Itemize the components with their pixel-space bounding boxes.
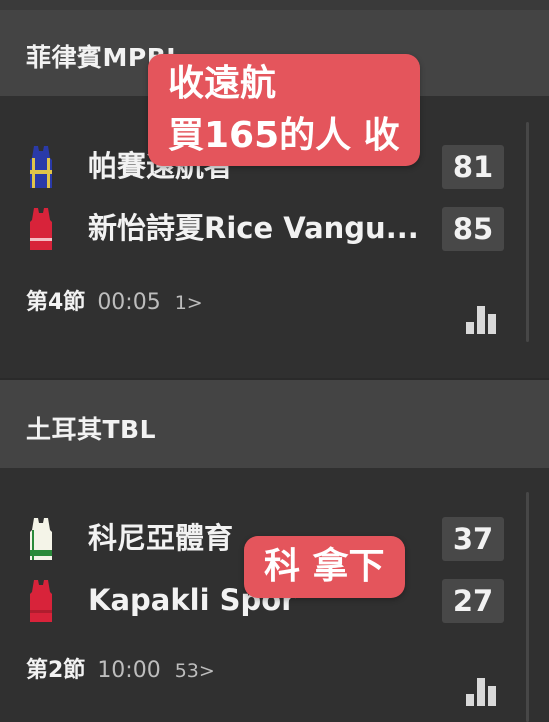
score-box: 81 xyxy=(442,145,504,189)
league-title: 土耳其TBL xyxy=(26,415,157,444)
annotation-line: 買165的人 收 xyxy=(168,115,400,156)
market-count[interactable]: 53> xyxy=(175,660,215,682)
period-info[interactable]: 第2節 10:00 53> xyxy=(26,652,215,684)
period-info[interactable]: 第4節 00:05 1> xyxy=(26,284,203,316)
jersey-icon xyxy=(30,146,52,188)
score-box: 85 xyxy=(442,207,504,251)
score-box: 37 xyxy=(442,517,504,561)
annotation-line: 收遠航 xyxy=(168,63,277,104)
jersey-icon xyxy=(30,518,52,560)
period-label: 第2節 xyxy=(26,658,86,683)
game-clock: 00:05 xyxy=(97,290,161,315)
bar-chart-icon[interactable] xyxy=(466,676,498,706)
market-count[interactable]: 1> xyxy=(175,292,203,314)
period-label: 第4節 xyxy=(26,290,86,315)
game-clock: 10:00 xyxy=(97,658,161,683)
jersey-icon xyxy=(30,580,52,622)
team-row-away[interactable]: 新怡詩夏Rice Vangu... 85 xyxy=(0,204,549,254)
team-name: 科尼亞體育 xyxy=(88,521,234,555)
bar-chart-icon[interactable] xyxy=(466,304,498,334)
annotation-overlay: 科 拿下 xyxy=(244,536,405,598)
jersey-icon xyxy=(30,208,52,250)
annotation-line: 科 拿下 xyxy=(264,546,385,587)
top-strip xyxy=(0,0,549,10)
score-box: 27 xyxy=(442,579,504,623)
team-name: 新怡詩夏Rice Vangu... xyxy=(88,211,419,245)
annotation-overlay: 收遠航 買165的人 收 xyxy=(148,54,420,166)
league-header-tbl[interactable]: 土耳其TBL xyxy=(0,380,549,468)
